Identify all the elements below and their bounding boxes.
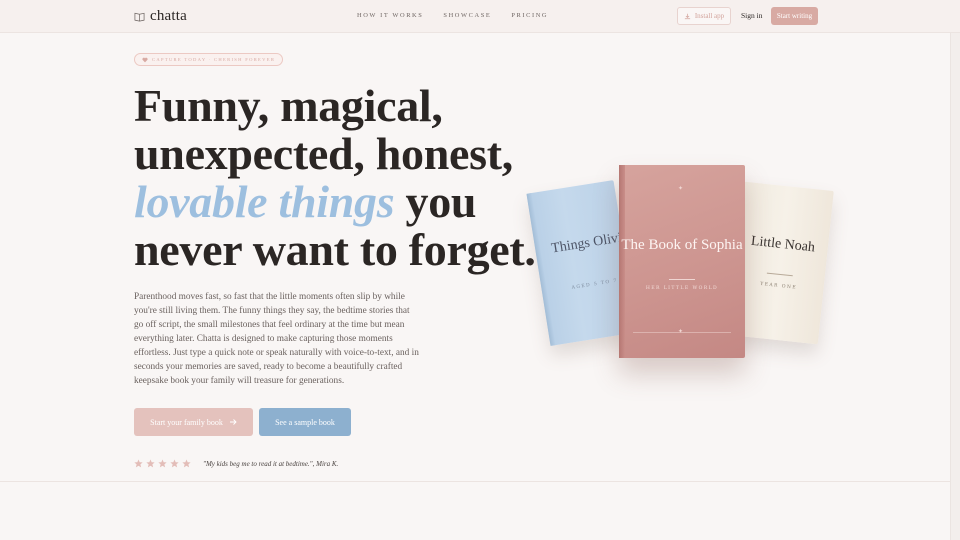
sparkle-icon: ✦ [678, 185, 684, 192]
nav-links: HOW IT WORKS SHOWCASE PRICING [357, 12, 548, 19]
start-writing-label: Start writing [776, 12, 813, 20]
review-row: "My kids beg me to read it at bedtime.",… [134, 459, 338, 468]
star-icon [134, 459, 143, 468]
star-icon [182, 459, 191, 468]
see-sample-book-label: See a sample book [275, 417, 335, 427]
headline-line-3-rest: you [394, 176, 477, 227]
brand-name: chatta [150, 8, 188, 24]
open-book-icon [134, 12, 145, 22]
section-divider [0, 481, 950, 482]
nav-link-how-it-works[interactable]: HOW IT WORKS [357, 12, 423, 19]
book-title: Little Noah [750, 233, 816, 256]
star-rating [134, 459, 191, 468]
sparkle-icon: ✦ [678, 328, 684, 335]
book-subtitle: YEAR ONE [759, 281, 798, 291]
heart-icon [142, 57, 148, 62]
star-icon [170, 459, 179, 468]
book-subtitle: HER LITTLE WORLD [645, 286, 719, 291]
hero-description: Parenthood moves fast, so fast that the … [134, 292, 419, 386]
sign-in-link[interactable]: Sign in [741, 11, 762, 20]
badge-text: CAPTURE TODAY · CHERISH FOREVER [152, 57, 276, 62]
headline-accent: lovable things [134, 176, 395, 227]
book-subtitle: AGED 5 TO 7 [571, 278, 619, 291]
headline-line-4: never want to forget. [134, 224, 536, 275]
start-family-book-label: Start your family book [150, 417, 223, 427]
see-sample-book-button[interactable]: See a sample book [259, 408, 351, 436]
logo[interactable]: chatta [134, 8, 187, 25]
install-app-button[interactable]: Install app [677, 7, 731, 25]
headline-line-3: lovable things you [134, 178, 554, 226]
star-icon [146, 459, 155, 468]
hero-headline: Funny, magical, unexpected, honest, lova… [134, 82, 554, 274]
arrow-right-icon [229, 419, 237, 425]
start-family-book-button[interactable]: Start your family book [134, 408, 253, 436]
scrollbar[interactable] [950, 33, 960, 540]
testimonial-quote: "My kids beg me to read it at bedtime.",… [203, 459, 339, 468]
nav-link-showcase[interactable]: SHOWCASE [443, 12, 491, 19]
top-nav: chatta HOW IT WORKS SHOWCASE PRICING Ins… [0, 0, 960, 33]
headline-line-2: unexpected, honest, [134, 128, 513, 179]
book-the-book-of-sophia: ✦ The Book of Sophia HER LITTLE WORLD ✦ [619, 165, 745, 358]
install-app-label: Install app [694, 12, 725, 20]
tagline-badge: CAPTURE TODAY · CHERISH FOREVER [134, 53, 284, 66]
book-title: The Book of Sophia [621, 237, 743, 253]
book-rule [766, 272, 793, 277]
star-icon [158, 459, 167, 468]
start-writing-button[interactable]: Start writing [771, 7, 818, 25]
nav-link-pricing[interactable]: PRICING [511, 12, 548, 19]
book-rule [669, 279, 695, 280]
headline-line-1: Funny, magical, [134, 80, 443, 131]
download-icon [684, 13, 690, 19]
